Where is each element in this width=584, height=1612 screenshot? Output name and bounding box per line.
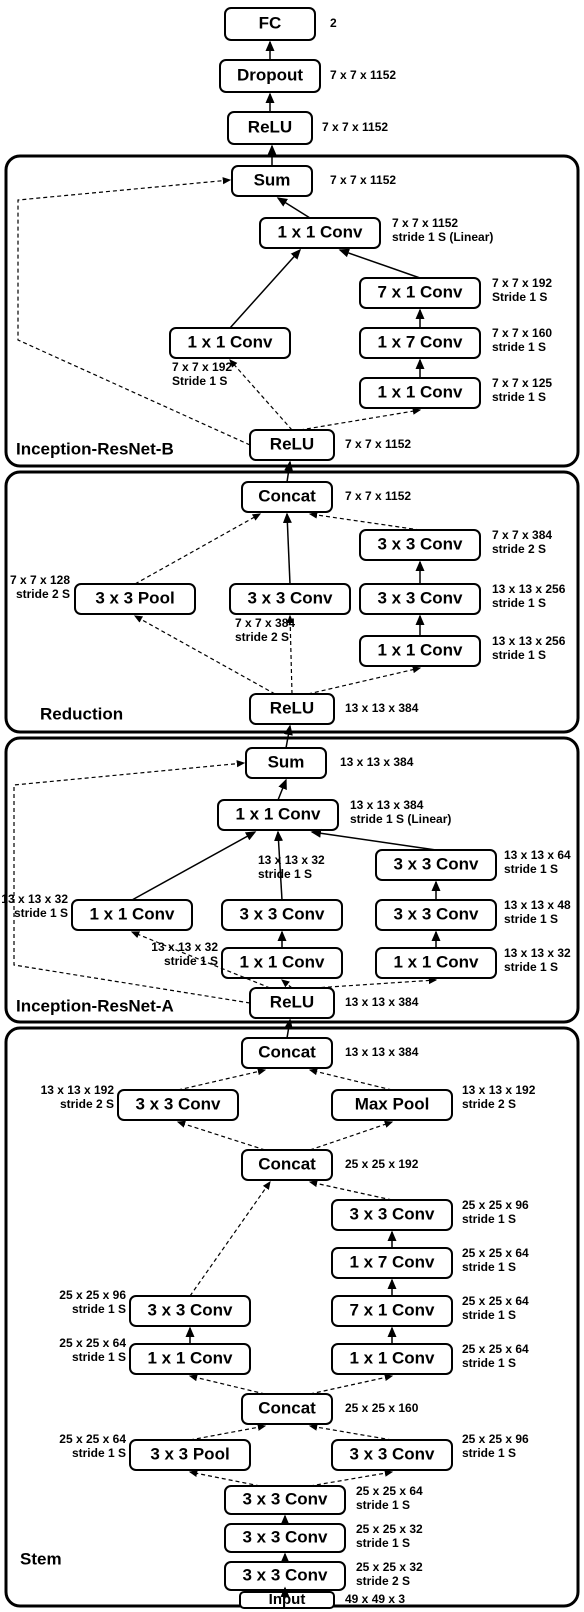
stem-input-label: Input (269, 1591, 306, 1608)
stem-input-ann: 49 x 49 x 3 (345, 1592, 405, 1606)
